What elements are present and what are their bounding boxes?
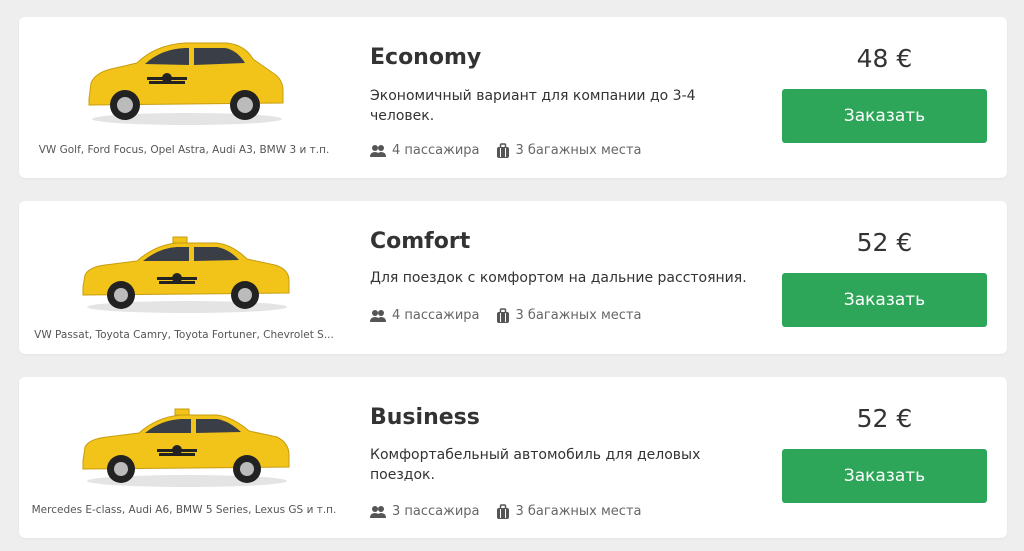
passengers-label: 4 пассажира <box>392 143 480 158</box>
tariff-title: Economy <box>370 45 482 70</box>
car-models: VW Golf, Ford Focus, Opel Astra, Audi A3… <box>38 144 330 156</box>
luggage-spec: 3 багажных места <box>496 143 642 158</box>
tariff-description: Экономичный вариант для компании до 3-4 … <box>370 88 696 124</box>
luggage-label: 3 багажных места <box>515 143 642 158</box>
car-models: Mercedes E-class, Audi A6, BMW 5 Series,… <box>31 504 337 516</box>
tariff-specs: 3 пассажира 3 багажных места <box>370 504 658 519</box>
tariff-title: Business <box>370 405 480 430</box>
luggage-spec: 3 багажных места <box>496 504 642 519</box>
luggage-spec: 3 багажных места <box>496 308 642 323</box>
tariff-specs: 4 пассажира 3 багажных места <box>370 143 658 158</box>
users-icon <box>370 505 386 518</box>
car-models: VW Passat, Toyota Camry, Toyota Fortuner… <box>34 329 334 341</box>
users-icon <box>370 144 386 157</box>
suitcase-icon <box>496 504 509 519</box>
tariff-title: Comfort <box>370 229 471 254</box>
tariff-card-comfort: VW Passat, Toyota Camry, Toyota Fortuner… <box>19 201 1007 354</box>
passengers-spec: 4 пассажира <box>370 143 480 158</box>
sedan-taxi-image <box>82 236 290 313</box>
hatchback-taxi-image <box>88 42 284 125</box>
car-image-area: VW Passat, Toyota Camry, Toyota Fortuner… <box>19 201 349 354</box>
passengers-spec: 4 пассажира <box>370 308 480 323</box>
order-button-business[interactable]: Заказать <box>782 449 987 503</box>
tariff-card-business: Mercedes E-class, Audi A6, BMW 5 Series,… <box>19 377 1007 538</box>
tariff-card-economy: VW Golf, Ford Focus, Opel Astra, Audi A3… <box>19 17 1007 178</box>
tariff-price: 52 € <box>856 404 913 433</box>
car-image-area: Mercedes E-class, Audi A6, BMW 5 Series,… <box>19 377 349 538</box>
passengers-label: 4 пассажира <box>392 308 480 323</box>
tariff-specs: 4 пассажира 3 багажных места <box>370 308 658 323</box>
business-sedan-taxi-image <box>82 408 290 487</box>
car-image-area: VW Golf, Ford Focus, Opel Astra, Audi A3… <box>19 17 349 178</box>
tariff-description: Для поездок с комфортом на дальние расст… <box>370 270 747 286</box>
suitcase-icon <box>496 308 509 323</box>
tariff-price: 52 € <box>856 228 913 257</box>
suitcase-icon <box>496 143 509 158</box>
luggage-label: 3 багажных места <box>515 504 642 519</box>
luggage-label: 3 багажных места <box>515 308 642 323</box>
passengers-label: 3 пассажира <box>392 504 480 519</box>
order-button-comfort[interactable]: Заказать <box>782 273 987 327</box>
tariff-description: Комфортабельный автомобиль для деловых п… <box>370 447 701 483</box>
tariff-price: 48 € <box>856 44 913 73</box>
passengers-spec: 3 пассажира <box>370 504 480 519</box>
users-icon <box>370 309 386 322</box>
order-button-economy[interactable]: Заказать <box>782 89 987 143</box>
